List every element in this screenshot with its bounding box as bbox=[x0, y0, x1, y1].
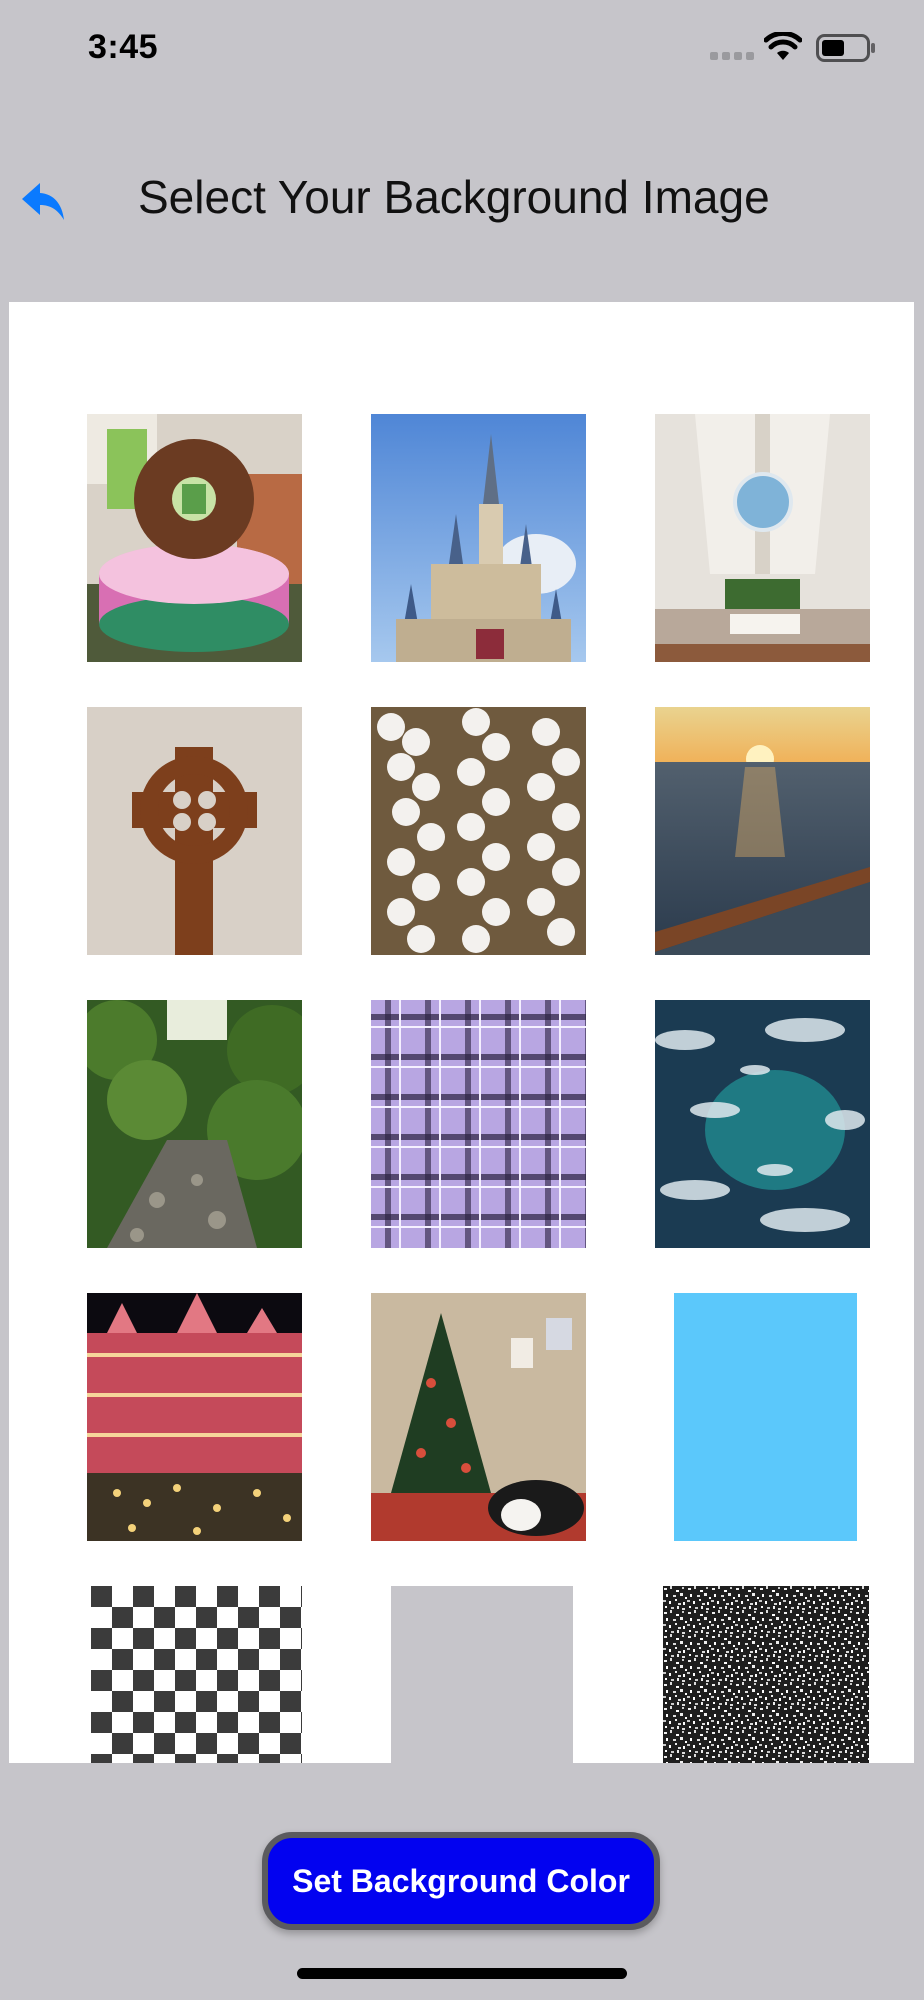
wifi-icon bbox=[764, 32, 802, 60]
thumbnail-ocean-sunset[interactable] bbox=[655, 707, 870, 955]
signal-icon bbox=[710, 52, 754, 60]
forest-stream-photo-icon bbox=[87, 1000, 302, 1248]
background-image-gallery[interactable] bbox=[9, 302, 914, 1763]
thumbnail-church-interior[interactable] bbox=[655, 414, 870, 662]
night-lights-castle-photo-icon bbox=[87, 1293, 302, 1541]
thumbnail-ocean-waves[interactable] bbox=[655, 1000, 870, 1248]
marshmallow-cookies-photo-icon bbox=[371, 707, 586, 955]
thumbnail-noise[interactable] bbox=[663, 1586, 869, 1763]
ocean-sunset-photo-icon bbox=[655, 707, 870, 955]
christmas-tree-cat-photo-icon bbox=[371, 1293, 586, 1541]
ocean-waves-photo-icon bbox=[655, 1000, 870, 1248]
back-button[interactable] bbox=[20, 180, 70, 224]
thumbnail-purple-plaid[interactable] bbox=[371, 1000, 586, 1248]
thumbnail-night-lights[interactable] bbox=[87, 1293, 302, 1541]
thumbnail-christmas-tree-cat[interactable] bbox=[371, 1293, 586, 1541]
status-bar: 3:45 bbox=[0, 0, 924, 100]
status-time: 3:45 bbox=[88, 28, 159, 66]
thumbnail-marshmallow-cookies[interactable] bbox=[371, 707, 586, 955]
purple-plaid-pattern-icon bbox=[371, 1000, 586, 1248]
church-interior-photo-icon bbox=[655, 414, 870, 662]
page-title: Select Your Background Image bbox=[138, 171, 770, 223]
thumbnail-solid-light-blue[interactable] bbox=[674, 1293, 857, 1541]
wooden-cross-photo-icon bbox=[87, 707, 302, 955]
thumbnail-wooden-cross[interactable] bbox=[87, 707, 302, 955]
thumbnail-big-donut[interactable] bbox=[87, 414, 302, 662]
battery-icon bbox=[816, 34, 875, 62]
noise-pattern-icon bbox=[663, 1586, 869, 1763]
big-donut-photo-icon bbox=[87, 414, 302, 662]
checkerboard-pattern-icon bbox=[91, 1586, 302, 1763]
home-indicator bbox=[297, 1968, 627, 1979]
castle-photo-icon bbox=[371, 414, 586, 662]
thumbnail-checkerboard[interactable] bbox=[91, 1586, 302, 1763]
set-background-color-button[interactable]: Set Background Color bbox=[262, 1832, 660, 1930]
reply-arrow-icon bbox=[22, 183, 64, 220]
solid-gray-swatch-icon bbox=[391, 1586, 573, 1763]
thumbnail-solid-gray[interactable] bbox=[391, 1586, 573, 1763]
solid-light-blue-swatch-icon bbox=[674, 1293, 857, 1541]
thumbnail-castle[interactable] bbox=[371, 414, 586, 662]
thumbnail-forest-stream[interactable] bbox=[87, 1000, 302, 1248]
